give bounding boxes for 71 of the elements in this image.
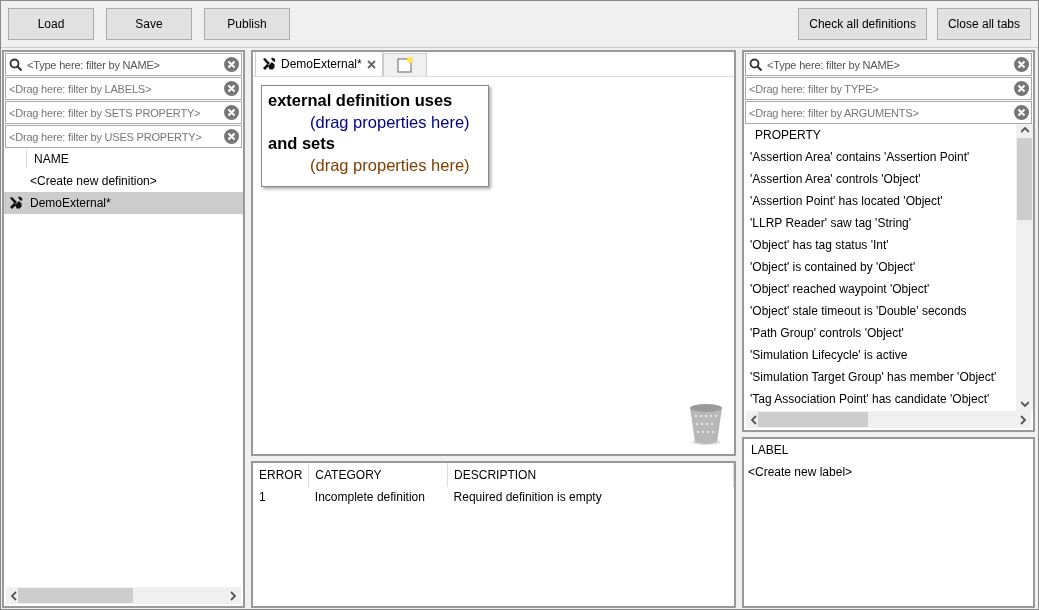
search-icon (749, 57, 763, 72)
toolbar-button[interactable]: Close all tabs (936, 8, 1031, 40)
property-item[interactable]: 'Simulation Target Group' has member 'Object' (748, 366, 1016, 388)
definition-item[interactable]: DemoExternal* (4, 192, 243, 214)
horizontal-scrollbar[interactable] (746, 411, 1031, 428)
property-item[interactable]: 'LLRP Reader' saw tag 'String' (748, 212, 1016, 234)
filter-input[interactable]: <Drag here: filter by TYPE> (749, 82, 1010, 95)
drop-slot[interactable]: (drag properties here) (268, 111, 470, 133)
clear-icon[interactable] (1014, 57, 1029, 72)
filter-field[interactable]: <Drag here: filter by USES PROPERTY> (5, 125, 242, 148)
clear-icon[interactable] (1014, 81, 1029, 96)
property-item[interactable]: 'Simulation Lifecycle' is active (748, 344, 1016, 366)
column-header[interactable]: PROPERTY (748, 128, 821, 142)
clear-icon[interactable] (224, 129, 239, 144)
column-header[interactable]: LABEL (744, 443, 789, 457)
block-keyword: and sets (268, 133, 336, 154)
definition-item[interactable]: <Create new definition> (4, 170, 243, 192)
scroll-right-icon[interactable] (1019, 414, 1027, 425)
filter-field[interactable]: <Drag here: filter by TYPE> (745, 77, 1032, 100)
error-row[interactable]: 1 Incomplete definition Required definition is empty (253, 487, 734, 507)
property-item[interactable]: 'Object' reached waypoint 'Object' (748, 278, 1016, 300)
filter-field[interactable]: <Drag here: filter by LABELS> (5, 77, 242, 100)
toolbar-button[interactable]: Load (8, 8, 94, 40)
scroll-left-icon[interactable] (10, 590, 18, 601)
table-cell: Incomplete definition (308, 487, 448, 507)
property-item[interactable]: 'Assertion Area' contains 'Assertion Point' (748, 146, 1016, 168)
filter-input[interactable]: <Type here: filter by NAME> (27, 58, 220, 71)
drop-slot[interactable]: (drag properties here) (268, 154, 470, 176)
scroll-down-icon[interactable] (1020, 399, 1029, 409)
filter-input[interactable]: <Drag here: filter by ARGUMENTS> (749, 106, 1010, 119)
filter-field[interactable]: <Type here: filter by NAME> (745, 53, 1032, 76)
clear-icon[interactable] (224, 105, 239, 120)
clear-icon[interactable] (224, 57, 239, 72)
vertical-scrollbar[interactable] (1016, 124, 1033, 411)
toolbar-button[interactable]: Publish (204, 8, 290, 40)
property-item[interactable]: 'Object' has tag status 'Int' (748, 234, 1016, 256)
toolbar-button[interactable]: Check all definitions (798, 8, 927, 40)
column-header[interactable]: DESCRIPTION (447, 463, 734, 487)
filter-input[interactable]: <Type here: filter by NAME> (767, 58, 1010, 71)
label-item[interactable]: <Create new label> (744, 461, 1033, 483)
scroll-left-icon[interactable] (750, 414, 758, 425)
filter-input[interactable]: <Drag here: filter by SETS PROPERTY> (9, 106, 220, 119)
clear-icon[interactable] (224, 81, 239, 96)
filter-input[interactable]: <Drag here: filter by LABELS> (9, 82, 220, 95)
property-item[interactable]: 'Assertion Area' controls 'Object' (748, 168, 1016, 190)
filter-field[interactable]: <Drag here: filter by ARGUMENTS> (745, 101, 1032, 124)
property-item[interactable]: 'Tag Association Point' has candidate 'Object' (748, 388, 1016, 410)
wrench-icon (262, 57, 276, 71)
toolbar-button[interactable]: Save (106, 8, 192, 40)
wrench-icon (9, 196, 23, 210)
property-item[interactable]: 'Object' stale timeout is 'Double' seconds (748, 300, 1016, 322)
block-keyword: external definition uses (268, 90, 454, 111)
property-item[interactable]: 'Assertion Point' has located 'Object' (748, 190, 1016, 212)
table-cell: Required definition is empty (447, 487, 734, 507)
close-icon[interactable] (366, 59, 376, 69)
editor-tab[interactable]: DemoExternal* (255, 52, 383, 76)
filter-field[interactable]: <Drag here: filter by SETS PROPERTY> (5, 101, 242, 124)
property-item[interactable]: 'Path Group' controls 'Object' (748, 322, 1016, 344)
horizontal-scrollbar[interactable] (6, 587, 241, 604)
clear-icon[interactable] (1014, 105, 1029, 120)
column-header[interactable]: ERROR (253, 463, 309, 487)
scroll-right-icon[interactable] (229, 590, 237, 601)
table-cell: 1 (253, 487, 309, 507)
definition-block[interactable]: external definition uses (drag properties here) and sets (drag properties here) (261, 85, 489, 187)
column-header[interactable]: CATEGORY (308, 463, 448, 487)
property-item[interactable]: 'Object' is contained by 'Object' (748, 256, 1016, 278)
filter-field[interactable]: <Type here: filter by NAME> (5, 53, 242, 76)
editor-tab[interactable] (382, 53, 427, 76)
search-icon (9, 57, 23, 72)
filter-input[interactable]: <Drag here: filter by USES PROPERTY> (9, 130, 220, 143)
column-header[interactable]: NAME (27, 152, 69, 166)
